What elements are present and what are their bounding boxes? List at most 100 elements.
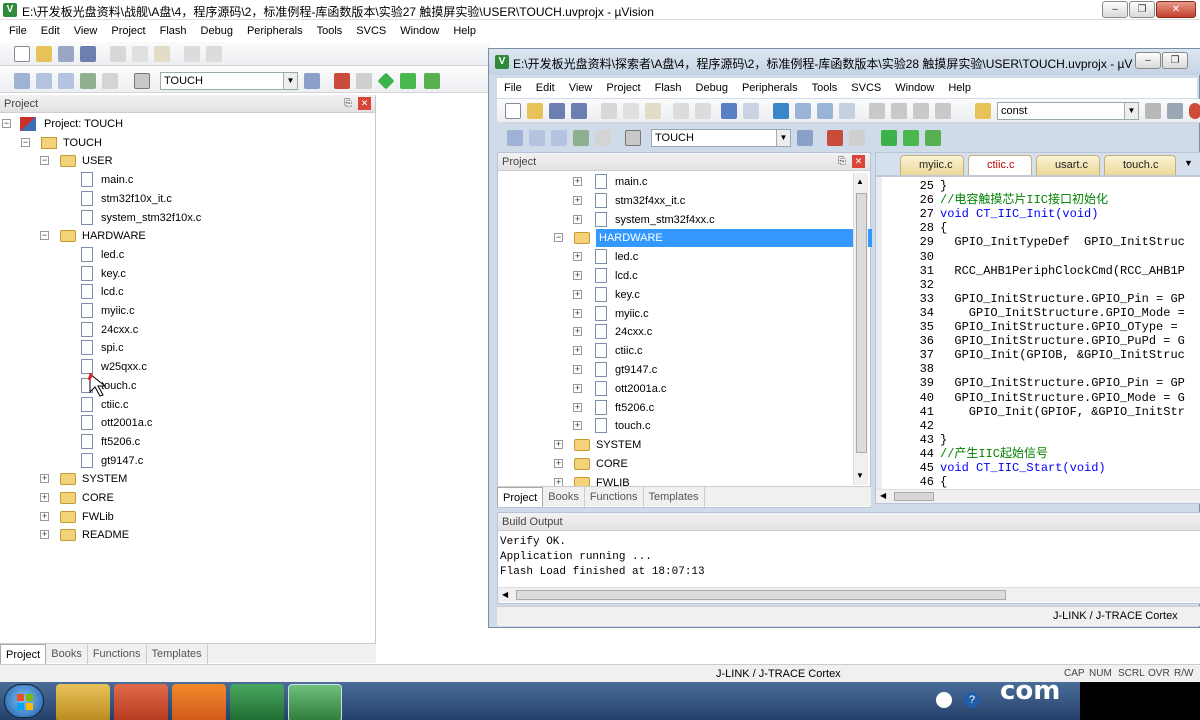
tray-network-icon[interactable] [936,692,952,708]
save-icon-2[interactable] [549,103,565,119]
tree-item-fwlib[interactable]: + FWLib [0,508,350,526]
tab-books[interactable]: Books [46,644,88,664]
tree-item-hardware[interactable]: − HARDWARE [498,229,872,248]
tree-item-key-c[interactable]: key.c [0,265,350,283]
tree-item-24cxx-c[interactable]: 24cxx.c [0,321,350,339]
expand-toggle-icon[interactable]: + [573,327,582,337]
tree-item-ott2001a-c[interactable]: + ott2001a.c [498,380,848,398]
batch-build-icon-2[interactable] [573,130,589,146]
menu-svcs[interactable]: SVCS [349,25,393,37]
expand-toggle-icon[interactable]: + [573,346,582,356]
tab-list-chevron-icon[interactable]: ▼ [1184,158,1193,168]
tree-item-hardware[interactable]: − HARDWARE [0,227,350,245]
select-packs-icon-2[interactable] [849,130,865,146]
cut-icon[interactable] [110,46,126,62]
debug-start-icon[interactable] [424,73,440,89]
translate-icon[interactable] [14,73,30,89]
tree-item-system[interactable]: + SYSTEM [0,470,350,488]
menu-window[interactable]: Window [393,25,446,37]
nav-back-icon[interactable] [721,103,737,119]
target-select[interactable]: TOUCH ▼ [160,72,298,90]
pack-installer-icon-2[interactable] [903,130,919,146]
prev-bookmark-icon[interactable] [795,103,811,119]
hscroll-thumb[interactable] [894,492,934,501]
expand-toggle-icon[interactable]: + [554,459,563,468]
menu-peripherals-2[interactable]: Peripherals [735,82,805,94]
tree-item-lcd-c[interactable]: lcd.c [0,283,350,301]
menu-project[interactable]: Project [104,25,152,37]
menu-edit[interactable]: Edit [34,25,67,37]
settings-icon[interactable] [1167,103,1183,119]
minimize-button-2[interactable]: – [1135,52,1161,69]
editor-tab-touch[interactable]: touch.c [1104,155,1176,175]
menu-debug-2[interactable]: Debug [689,82,735,94]
expand-toggle-icon[interactable]: + [40,493,49,502]
close-button[interactable]: ✕ [1156,1,1196,18]
redo-icon-2[interactable] [695,103,711,119]
tree-item-w25qxx-c[interactable]: w25qxx.c [0,358,350,376]
unindent-icon[interactable] [891,103,907,119]
rebuild-icon[interactable] [58,73,74,89]
expand-toggle-icon[interactable]: + [40,530,49,540]
expand-toggle-icon[interactable]: + [573,214,582,224]
tree-item-system-stm32f4xx-c[interactable]: + system_stm32f4xx.c [498,211,848,229]
save-icon[interactable] [58,46,74,62]
output-hscroll-thumb[interactable] [516,590,1006,600]
scroll-left-icon-2[interactable]: ◀ [502,590,508,599]
tree-item-system-stm32f10x-c[interactable]: system_stm32f10x.c [0,209,350,227]
undo-icon-2[interactable] [673,103,689,119]
editor-tab-myiic[interactable]: myiic.c [900,155,964,175]
green-diamond-icon-2[interactable] [881,130,897,146]
copy-icon[interactable] [132,46,148,62]
chevron-down-icon[interactable]: ▼ [283,73,297,89]
tree-item-touch-c[interactable]: touch.c [0,377,350,395]
menu-help[interactable]: Help [446,25,483,37]
tree-item-system[interactable]: + SYSTEM [498,436,848,454]
download-icon-2[interactable] [625,130,641,146]
expand-toggle-icon[interactable]: + [573,271,582,280]
tree-item-project-touch[interactable]: − Project: TOUCH [0,115,350,133]
tree-item-ft5206-c[interactable]: ft5206.c [0,433,350,451]
maximize-button[interactable]: ❐ [1129,1,1155,18]
editor-tab-usart[interactable]: usart.c [1036,155,1100,175]
tree-item-main-c[interactable]: main.c [0,171,350,189]
build-icon[interactable] [36,73,52,89]
tab-books-2[interactable]: Books [543,487,585,507]
browser-taskbar-icon[interactable] [230,684,284,720]
tab-templates-2[interactable]: Templates [644,487,705,507]
menu-project-2[interactable]: Project [599,82,647,94]
expand-toggle-icon[interactable]: + [573,383,582,393]
expand-toggle-icon[interactable]: − [21,137,30,147]
pin-icon[interactable]: ⎘ [344,95,352,113]
tree-item-24cxx-c[interactable]: +24cxx.c [498,323,848,341]
menu-tools[interactable]: Tools [310,25,350,37]
expand-toggle-icon[interactable]: + [40,511,49,521]
tree-item-ft5206-c[interactable]: + ft5206.c [498,399,848,417]
code-editor[interactable]: myiic.c ctiic.c usart.c touch.c ▼ 25} 26 /… [875,152,1200,504]
tree-item-gt9147-c[interactable]: gt9147.c [0,452,350,470]
tree-item-stm32f10x-it-c[interactable]: stm32f10x_it.c [0,190,350,208]
output-hscrollbar[interactable]: ◀ [498,587,1200,602]
tree-item-ott2001a-c[interactable]: ott2001a.c [0,414,350,432]
rebuild-icon-2[interactable] [551,130,567,146]
tree-item-touch-c[interactable]: + touch.c [498,417,848,435]
tree-item-core[interactable]: + CORE [498,455,848,473]
tray-clock-area[interactable] [1080,682,1200,720]
manage-components-icon-2[interactable] [827,130,843,146]
pdf-reader-taskbar-icon[interactable] [172,684,226,720]
find-in-files-icon[interactable] [975,103,991,119]
second-title-bar[interactable]: V E:\开发板光盘资料\探索者\A盘\4，程序源码\2，标准例程-库函数版本\… [489,49,1200,75]
menu-peripherals[interactable]: Peripherals [240,25,310,37]
menu-flash-2[interactable]: Flash [648,82,689,94]
tab-functions-2[interactable]: Functions [585,487,644,507]
menu-help-2[interactable]: Help [941,82,978,94]
tab-project-2[interactable]: Project [497,487,544,507]
main-title-bar[interactable]: V E:\开发板光盘资料\战舰\A盘\4，程序源码\2，标准例程-库函数版本\实… [0,0,1200,20]
paste-icon[interactable] [154,46,170,62]
expand-toggle-icon[interactable]: + [40,474,49,484]
menu-file-2[interactable]: File [497,82,529,94]
copy-icon-2[interactable] [623,103,639,119]
powerpoint-taskbar-icon[interactable] [114,684,168,720]
green-diamond-icon[interactable] [377,72,395,90]
panel-close-icon[interactable]: ✕ [358,97,371,110]
